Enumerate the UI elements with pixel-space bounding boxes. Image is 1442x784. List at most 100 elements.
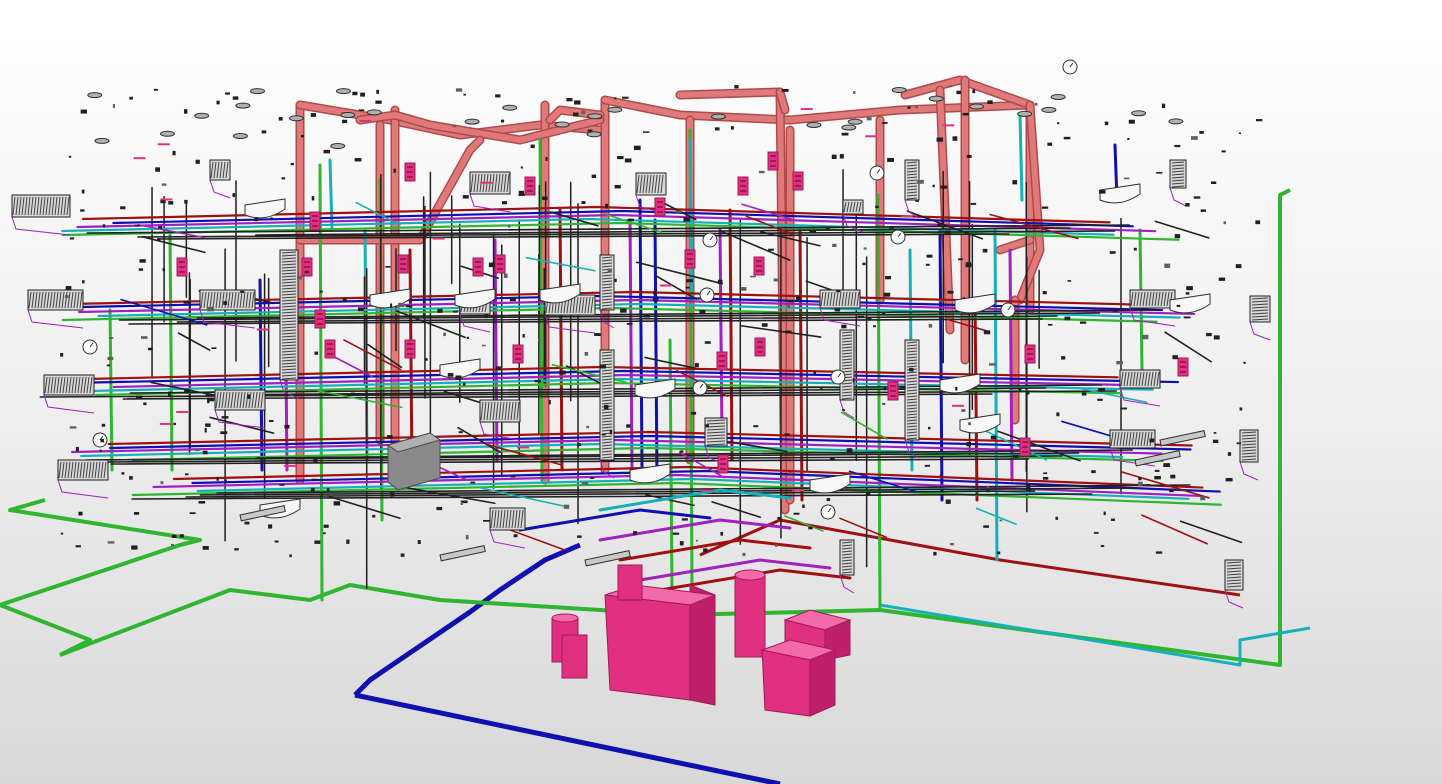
radiator-panel[interactable] [57, 459, 109, 499]
equipment-tag[interactable] [767, 151, 779, 171]
radiator-panel[interactable] [599, 349, 615, 479]
mep-piping-scene[interactable] [0, 0, 1442, 784]
equipment-tag[interactable] [717, 454, 729, 474]
connector-pipe[interactable] [1154, 220, 1210, 239]
connector-pipe[interactable] [1179, 520, 1243, 544]
pipe-fitting [620, 308, 627, 313]
water-main-pipe[interactable] [353, 542, 581, 697]
hot-water-riser[interactable] [993, 228, 999, 562]
pipe-fitting [1064, 316, 1071, 321]
pipe-fitting [730, 126, 734, 130]
pressure-gauge[interactable] [1000, 302, 1016, 318]
equipment-tag[interactable] [524, 176, 536, 196]
hot-water-riser[interactable] [1018, 113, 1024, 202]
sink-basin[interactable] [1099, 183, 1141, 204]
heating-supply-riser[interactable] [168, 233, 174, 472]
equipment-tag[interactable] [716, 351, 728, 371]
pipe-fitting [502, 201, 507, 205]
water-main-riser[interactable] [638, 198, 644, 472]
radiator-panel[interactable] [11, 194, 71, 236]
pipe-fitting [358, 109, 365, 112]
equipment-tag[interactable] [1024, 344, 1036, 364]
circulation-riser[interactable] [718, 228, 724, 442]
pressure-gauge[interactable] [92, 432, 108, 448]
heating-supply-riser[interactable] [876, 193, 882, 612]
radiator-panel[interactable] [904, 339, 920, 459]
circulation-plant-pipe[interactable] [598, 518, 792, 542]
heating-return-riser[interactable] [973, 298, 979, 502]
pressure-gauge[interactable] [692, 380, 708, 396]
pipe-fitting [882, 312, 886, 315]
pipe-fitting [584, 351, 589, 356]
floor-grate[interactable] [584, 550, 631, 567]
sink-basin[interactable] [959, 413, 1001, 434]
equipment-tag[interactable] [309, 211, 321, 231]
equipment-tag[interactable] [654, 197, 666, 217]
radiator-panel[interactable] [469, 171, 511, 213]
pipe-fitting [836, 290, 841, 293]
pressure-gauge[interactable] [869, 165, 885, 181]
radiator-panel[interactable] [904, 159, 920, 219]
radiator-panel[interactable] [43, 374, 95, 414]
pressure-gauge[interactable] [82, 339, 98, 355]
equipment-tag[interactable] [404, 162, 416, 182]
pressure-gauge[interactable] [1062, 59, 1078, 75]
pressure-gauge[interactable] [830, 369, 846, 385]
pipe-fitting [795, 296, 801, 299]
heating-return-riser[interactable] [558, 208, 564, 472]
radiator-panel[interactable] [1224, 559, 1244, 609]
connector-pipe[interactable] [1141, 514, 1208, 545]
equipment-tag[interactable] [314, 309, 326, 329]
pressure-gauge[interactable] [890, 229, 906, 245]
equipment-tag[interactable] [753, 256, 765, 276]
heating-return-riser[interactable] [728, 208, 734, 462]
pipe-fitting [1227, 452, 1232, 456]
radiator-panel[interactable] [1239, 429, 1259, 481]
pressure-gauge[interactable] [702, 232, 718, 248]
equipment-tag[interactable] [1019, 437, 1031, 457]
equipment-tag[interactable] [404, 339, 416, 359]
equipment-tag[interactable] [472, 257, 484, 277]
hot-water-riser[interactable] [328, 158, 334, 232]
equipment-tag[interactable] [176, 257, 188, 277]
radiator-panel[interactable] [1169, 159, 1187, 207]
equipment-tag[interactable] [684, 249, 696, 269]
pump-station[interactable] [760, 639, 837, 717]
radiator-panel[interactable] [27, 289, 84, 329]
radiator-panel[interactable] [489, 507, 526, 549]
hot-water-ground-run[interactable] [879, 603, 1311, 667]
connector-pipe[interactable] [177, 332, 211, 351]
equipment-tag[interactable] [512, 344, 524, 364]
connector-pipe[interactable] [328, 495, 401, 520]
floor-grate[interactable] [1159, 430, 1206, 447]
pressure-gauge[interactable] [699, 287, 715, 303]
connector-pipe[interactable] [711, 501, 762, 519]
pressure-gauge[interactable] [820, 504, 836, 520]
equipment-tag[interactable] [397, 254, 409, 274]
model-viewport[interactable] [0, 0, 1442, 784]
pipe-fitting [1206, 332, 1212, 337]
connector-pipe[interactable] [635, 261, 724, 285]
water-main-pipe-south[interactable] [354, 692, 781, 784]
equipment-tag[interactable] [324, 339, 336, 359]
radiator-panel[interactable] [839, 539, 855, 594]
buffer-vessel[interactable] [617, 564, 643, 601]
sink-basin[interactable] [1169, 293, 1211, 314]
equipment-tag[interactable] [1177, 357, 1189, 377]
floor-grate[interactable] [439, 545, 486, 562]
heating-supply-ground-run[interactable] [0, 498, 202, 607]
radiator-panel[interactable] [279, 249, 299, 399]
equipment-tag[interactable] [887, 381, 899, 401]
radiator-panel[interactable] [214, 389, 266, 429]
radiator-panel[interactable] [209, 159, 231, 199]
boiler-unit-large[interactable] [604, 584, 716, 706]
equipment-tag[interactable] [494, 254, 506, 274]
pipe-fitting [68, 155, 72, 158]
expansion-vessel[interactable] [551, 613, 588, 679]
radiator-panel[interactable] [1249, 295, 1271, 341]
equipment-tag[interactable] [792, 171, 804, 191]
equipment-tag[interactable] [754, 337, 766, 357]
connector-pipe[interactable] [1164, 331, 1213, 363]
storage-tank[interactable] [734, 569, 766, 658]
equipment-tag[interactable] [737, 176, 749, 196]
